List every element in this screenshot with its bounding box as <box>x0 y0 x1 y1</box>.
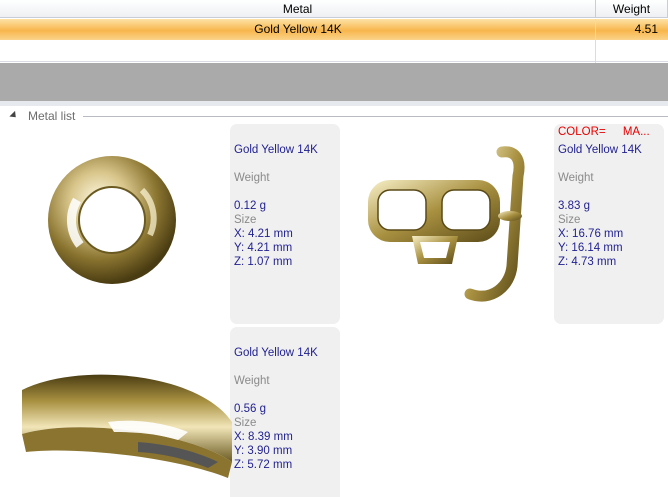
metal-name: Gold Yellow 14K <box>234 347 318 359</box>
metal-name: Gold Yellow 14K <box>558 144 642 156</box>
collapse-arrow-icon[interactable] <box>9 110 19 120</box>
metal-list-header[interactable]: Metal list <box>9 109 76 123</box>
size-y: Y: 4.21 mm <box>234 242 293 254</box>
size-z: Z: 4.73 mm <box>558 256 617 268</box>
size-x: X: 4.21 mm <box>234 228 293 240</box>
size-label: Size <box>234 417 257 429</box>
color-indicator: COLOR= MA... <box>558 126 664 138</box>
metal-name: Gold Yellow 14K <box>234 144 318 156</box>
size-y: Y: 3.90 mm <box>234 445 293 457</box>
size-label: Size <box>234 214 257 226</box>
color-label: COLOR= <box>558 126 606 138</box>
metal-grid: Metal Weight Gold Yellow 14K 4.51 <box>0 0 668 63</box>
table-row-empty[interactable] <box>0 40 668 62</box>
cell-weight: 4.51 <box>634 22 658 36</box>
size-label: Size <box>558 214 581 226</box>
size-y: Y: 16.14 mm <box>558 242 623 254</box>
metal-info-2: Gold Yellow 14K Weight 3.83 g Size X: 16… <box>558 143 642 269</box>
weight-label: Weight <box>234 172 270 184</box>
weight-value: 0.12 g <box>234 200 266 212</box>
size-z: Z: 5.72 mm <box>234 459 293 471</box>
metal-info-1: Gold Yellow 14K Weight 0.12 g Size X: 4.… <box>234 143 318 269</box>
column-header-metal[interactable]: Metal <box>0 0 596 18</box>
column-header-weight[interactable]: Weight <box>596 0 668 18</box>
size-z: Z: 1.07 mm <box>234 256 293 268</box>
gray-panel <box>0 63 668 102</box>
weight-label: Weight <box>558 172 594 184</box>
color-value: MA... <box>622 126 650 138</box>
size-x: X: 16.76 mm <box>558 228 624 240</box>
weight-label: Weight <box>234 375 270 387</box>
table-row[interactable]: Gold Yellow 14K 4.51 <box>0 19 668 40</box>
metal-list-title: Metal list <box>28 109 76 123</box>
weight-value: 3.83 g <box>558 200 590 212</box>
band-ring-image <box>22 374 232 478</box>
cell-metal: Gold Yellow 14K <box>254 22 342 36</box>
metal-info-3: Gold Yellow 14K Weight 0.56 g Size X: 8.… <box>234 346 318 472</box>
column-divider <box>595 19 596 63</box>
ring-image <box>48 156 176 284</box>
section-divider <box>83 116 668 117</box>
size-x: X: 8.39 mm <box>234 431 293 443</box>
weight-value: 0.56 g <box>234 403 266 415</box>
snorkel-mask-image <box>368 146 525 302</box>
